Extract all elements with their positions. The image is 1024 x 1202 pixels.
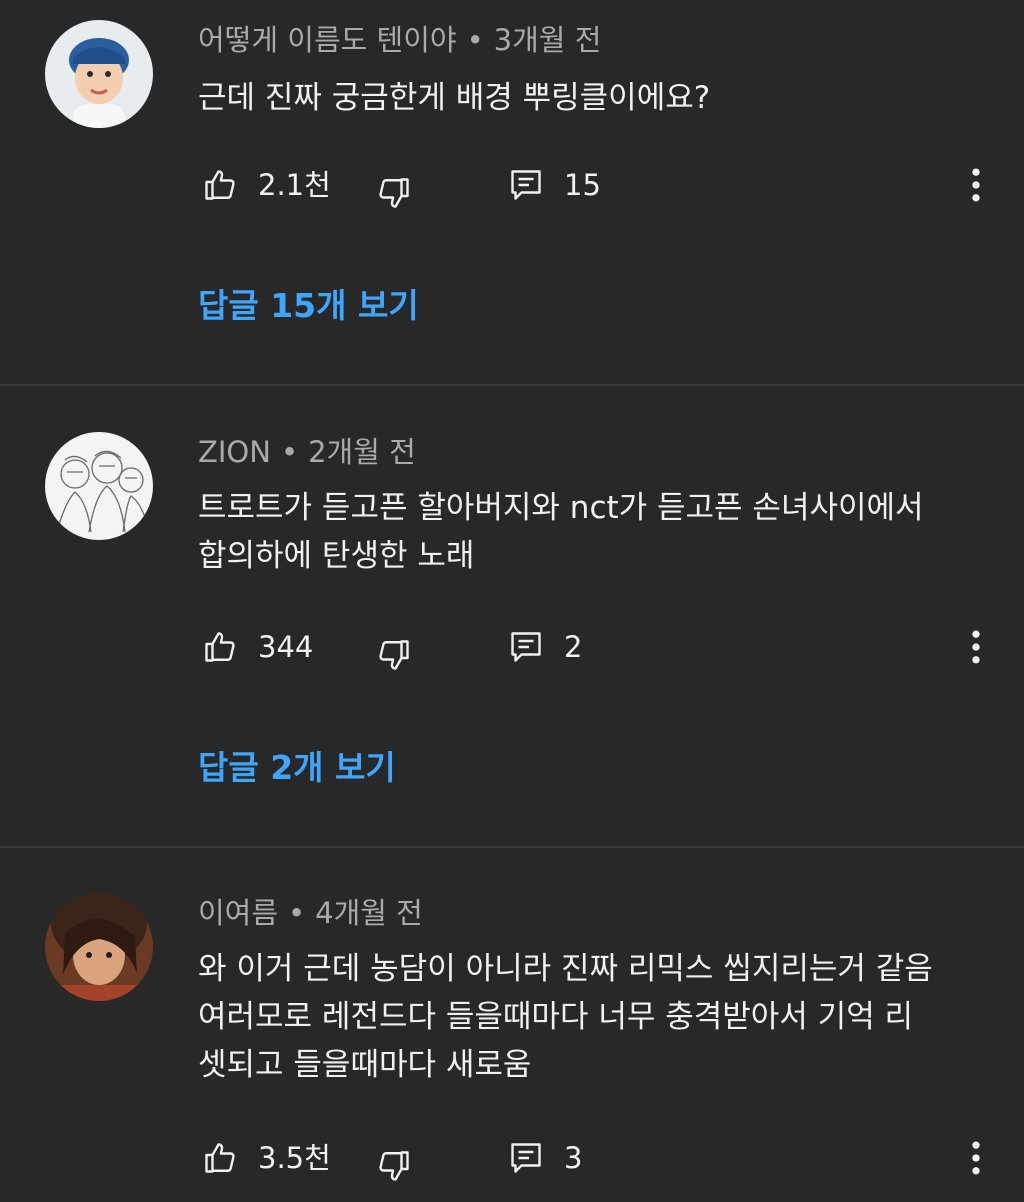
comment-text: 트로트가 듣고픈 할아버지와 nct가 듣고픈 손녀사이에서 합의하에 탄생한 …: [198, 484, 988, 580]
comment-meta: ZION • 2개월 전: [198, 434, 416, 470]
comment-icon[interactable]: [504, 160, 548, 210]
author-name[interactable]: 이여름: [198, 896, 278, 930]
like-count: 344: [258, 630, 314, 664]
comment-time: 3개월 전: [493, 23, 602, 57]
comment-time: 4개월 전: [315, 896, 423, 930]
thumbs-up-icon[interactable]: [198, 160, 242, 210]
comment-text: 와 이거 근데 농담이 아니라 진짜 리믹스 씹지리는거 같음 여러모로 레전드…: [198, 945, 988, 1089]
comment-icon[interactable]: [504, 1133, 548, 1183]
more-vertical-icon[interactable]: [954, 1133, 998, 1183]
view-replies-link[interactable]: 답글 2개 보기: [198, 748, 396, 788]
comment-line: 셋되고 들을때마다 새로움: [198, 1047, 532, 1083]
comment-line: 트로트가 듣고픈 할아버지와 nct가 듣고픈 손녀사이에서: [198, 490, 924, 526]
avatar[interactable]: [45, 20, 153, 128]
avatar[interactable]: [45, 432, 153, 540]
divider: [0, 846, 1024, 848]
like-count: 3.5천: [258, 1141, 331, 1175]
more-vertical-icon[interactable]: [954, 160, 998, 210]
comment-line: 합의하에 탄생한 노래: [198, 538, 475, 574]
thumbs-up-icon[interactable]: [198, 1133, 242, 1183]
reply-count: 2: [564, 630, 583, 664]
thumbs-down-icon[interactable]: [372, 630, 416, 680]
comment-icon[interactable]: [504, 622, 548, 672]
like-count: 2.1천: [258, 168, 331, 202]
thumbs-down-icon[interactable]: [372, 1141, 416, 1191]
reply-count: 15: [564, 168, 601, 202]
comment-actions: 3.5천 3: [0, 1133, 1024, 1183]
separator-dot: •: [288, 896, 306, 930]
author-name[interactable]: ZION: [198, 435, 271, 469]
comment-actions: 344 2: [0, 622, 1024, 672]
comment-line: 근데 진짜 궁금한게 배경 뿌링클이에요?: [198, 80, 711, 116]
thumbs-up-icon[interactable]: [198, 622, 242, 672]
avatar[interactable]: [45, 893, 153, 1001]
separator-dot: •: [280, 435, 299, 469]
more-vertical-icon[interactable]: [954, 622, 998, 672]
divider: [0, 384, 1024, 386]
separator-dot: •: [466, 23, 484, 57]
view-replies-link[interactable]: 답글 15개 보기: [198, 286, 419, 326]
comment-actions: 2.1천 15: [0, 160, 1024, 210]
comment-time: 2개월 전: [308, 435, 416, 469]
comment-meta: 어떻게 이름도 텐이야 • 3개월 전: [198, 22, 601, 58]
reply-count: 3: [564, 1141, 583, 1175]
comment-meta: 이여름 • 4개월 전: [198, 895, 423, 931]
comment-text: 근데 진짜 궁금한게 배경 뿌링클이에요?: [198, 74, 988, 122]
comment-line: 와 이거 근데 농담이 아니라 진짜 리믹스 씹지리는거 같음: [198, 951, 933, 987]
thumbs-down-icon[interactable]: [372, 168, 416, 218]
author-name[interactable]: 어떻게 이름도 텐이야: [198, 23, 457, 57]
comment-line: 여러모로 레전드다 들을때마다 너무 충격받아서 기억 리: [198, 999, 914, 1035]
